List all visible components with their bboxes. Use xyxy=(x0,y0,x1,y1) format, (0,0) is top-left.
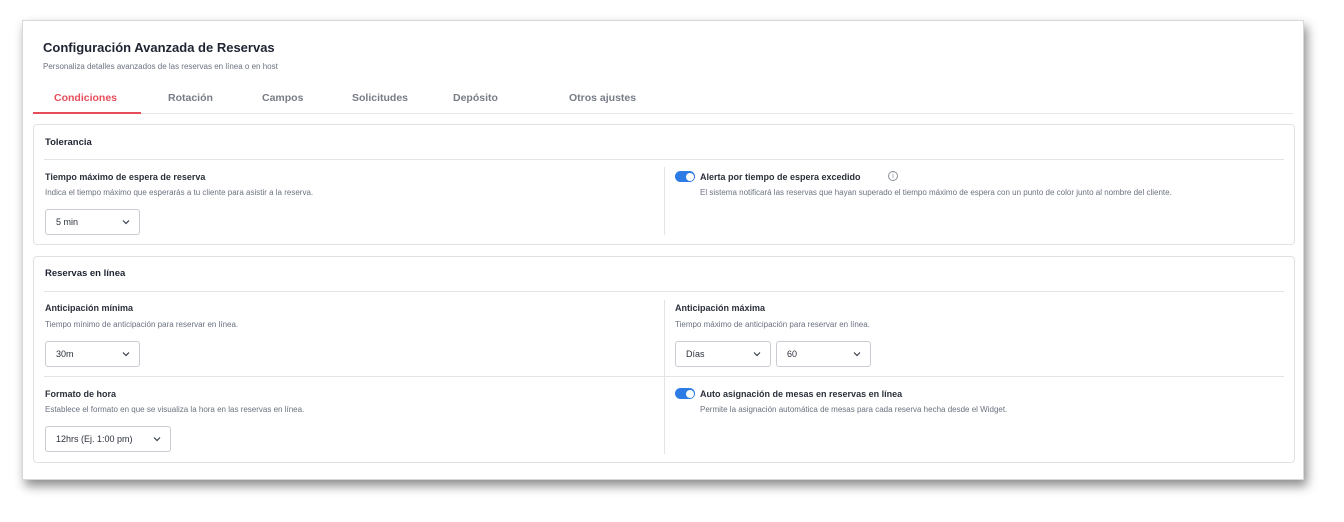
tab-rotacion[interactable]: Rotación xyxy=(168,92,213,104)
page-subtitle: Personaliza detalles avanzados de las re… xyxy=(43,62,278,71)
tab-deposito[interactable]: Depósito xyxy=(453,92,498,104)
tab-condiciones[interactable]: Condiciones xyxy=(54,92,117,104)
min-advance-select[interactable]: 30m xyxy=(45,341,140,367)
max-advance-unit-select[interactable]: Días xyxy=(675,341,771,367)
auto-assign-toggle[interactable] xyxy=(675,388,695,399)
max-wait-value: 5 min xyxy=(56,217,79,227)
column-divider xyxy=(664,300,665,454)
chevron-down-icon xyxy=(122,352,130,357)
time-format-label: Formato de hora xyxy=(45,389,117,399)
toggle-knob xyxy=(685,172,694,181)
max-advance-amount-select[interactable]: 60 xyxy=(776,341,871,367)
column-divider xyxy=(664,167,665,235)
chevron-down-icon xyxy=(853,352,861,357)
section-title-tolerancia: Tolerancia xyxy=(45,137,92,148)
section-tolerancia: Tolerancia Tiempo máximo de espera de re… xyxy=(33,124,1295,245)
divider xyxy=(44,291,1284,292)
tab-bar: Condiciones Rotación Campos Solicitudes … xyxy=(33,83,1293,114)
info-icon[interactable]: i xyxy=(888,171,898,181)
max-advance-description: Tiempo máximo de anticipación para reser… xyxy=(675,320,870,329)
min-advance-description: Tiempo mínimo de anticipación para reser… xyxy=(45,320,239,329)
min-advance-label: Anticipación mínima xyxy=(45,303,134,313)
alert-toggle[interactable] xyxy=(675,171,695,182)
page-title: Configuración Avanzada de Reservas xyxy=(43,40,275,55)
alert-description: El sistema notificará las reservas que h… xyxy=(700,188,1172,197)
time-format-select[interactable]: 12hrs (Ej. 1:00 pm) xyxy=(45,426,171,452)
max-wait-label: Tiempo máximo de espera de reserva xyxy=(45,172,206,182)
settings-panel: Configuración Avanzada de Reservas Perso… xyxy=(22,20,1304,480)
section-title-reservas: Reservas en línea xyxy=(45,268,126,279)
max-advance-unit-value: Días xyxy=(686,349,705,359)
alert-label: Alerta por tiempo de espera excedido xyxy=(700,172,861,182)
tab-campos[interactable]: Campos xyxy=(262,92,303,104)
auto-assign-description: Permite la asignación automática de mesa… xyxy=(700,405,1008,414)
chevron-down-icon xyxy=(153,437,161,442)
auto-assign-label: Auto asignación de mesas en reservas en … xyxy=(700,389,903,399)
chevron-down-icon xyxy=(122,220,130,225)
min-advance-value: 30m xyxy=(56,349,74,359)
time-format-description: Establece el formato en que se visualiza… xyxy=(45,405,305,414)
section-reservas-en-linea: Reservas en línea Anticipación mínima Ti… xyxy=(33,256,1295,463)
max-wait-description: Indica el tiempo máximo que esperarás a … xyxy=(45,188,314,197)
max-wait-select[interactable]: 5 min xyxy=(45,209,140,235)
max-advance-amount-value: 60 xyxy=(787,349,798,359)
max-advance-label: Anticipación máxima xyxy=(675,303,766,313)
divider xyxy=(44,376,1284,377)
active-tab-indicator xyxy=(33,112,141,114)
tab-solicitudes[interactable]: Solicitudes xyxy=(352,92,408,104)
toggle-knob xyxy=(685,389,694,398)
time-format-value: 12hrs (Ej. 1:00 pm) xyxy=(56,434,133,444)
divider xyxy=(44,159,1284,160)
chevron-down-icon xyxy=(753,352,761,357)
tab-otros-ajustes[interactable]: Otros ajustes xyxy=(569,92,636,104)
